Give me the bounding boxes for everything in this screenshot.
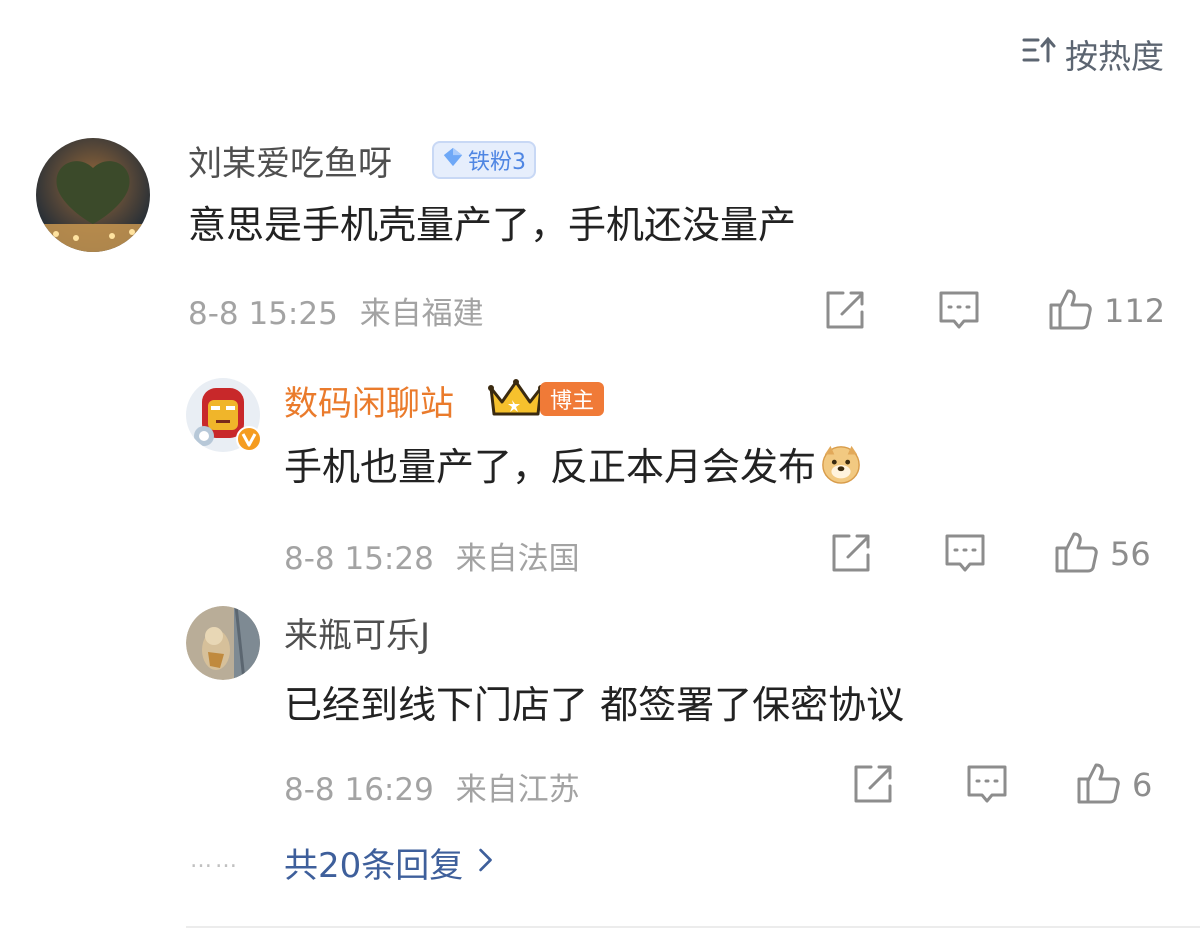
divider [186,926,1200,928]
reply-meta: 8-8 15:28 来自法国 [284,533,580,578]
reply-icon [942,530,988,580]
like-count: 6 [1132,766,1153,804]
reply-text: 手机也量产了，反正本月会发布 [284,436,862,491]
like-count: 112 [1104,292,1166,330]
like-icon [1076,760,1122,810]
view-all-replies-label: 共20条回复 [284,846,464,886]
crown-icon [488,376,544,424]
reply-icon [936,287,982,337]
comment-text: 意思是手机壳量产了，手机还没量产 [188,203,797,247]
reply-text: 已经到线下门店了 都签署了保密协议 [284,683,905,727]
fan-badge: 铁粉3 [432,141,536,179]
avatar[interactable] [36,138,150,252]
avatar[interactable] [186,606,260,680]
comment-location: 来自福建 [359,296,484,332]
avatar[interactable] [186,378,262,452]
sort-icon [1021,34,1057,74]
reply-location: 来自法国 [455,541,580,577]
reply-icon [964,761,1010,811]
sort-by-hot-button[interactable]: 按热度 [1021,30,1164,78]
reply-button[interactable] [942,530,988,580]
reply-text-content: 手机也量产了，反正本月会发布 [284,445,817,489]
comment-time: 8-8 15:25 [188,296,338,332]
reply-time: 8-8 16:29 [284,772,434,808]
like-icon [1048,286,1094,336]
blogger-badge-label: 博主 [550,389,595,414]
comment-meta: 8-8 15:25 来自福建 [188,288,484,333]
chevron-right-icon [477,843,495,883]
reply-time: 8-8 15:28 [284,541,434,577]
repost-button[interactable] [850,761,896,811]
reply-location: 来自江苏 [455,772,580,808]
reply-meta: 8-8 16:29 来自江苏 [284,764,580,809]
reply-button[interactable] [964,761,1010,811]
reply-button[interactable] [936,287,982,337]
diamond-icon [442,146,464,174]
blogger-badge: 博主 [540,382,605,416]
sort-label: 按热度 [1065,37,1164,76]
reply-author[interactable]: 数码闲聊站 [284,376,454,425]
reply-author[interactable]: 来瓶可乐J [284,608,430,657]
verified-icon [236,426,262,456]
repost-button[interactable] [822,287,868,337]
view-all-replies-link[interactable]: 共20条回复 [284,838,495,887]
repost-icon [828,530,874,580]
doge-emoji [820,443,862,485]
like-button[interactable]: 112 [1048,286,1165,336]
like-button[interactable]: 6 [1076,760,1152,810]
like-icon [1054,529,1100,579]
like-button[interactable]: 56 [1054,529,1151,579]
repost-icon [850,761,896,811]
like-count: 56 [1110,535,1151,573]
repost-icon [822,287,868,337]
thread-dots: …… [190,848,240,873]
fan-badge-label: 铁粉3 [468,150,526,175]
comment-author[interactable]: 刘某爱吃鱼呀 [188,136,392,185]
repost-button[interactable] [828,530,874,580]
